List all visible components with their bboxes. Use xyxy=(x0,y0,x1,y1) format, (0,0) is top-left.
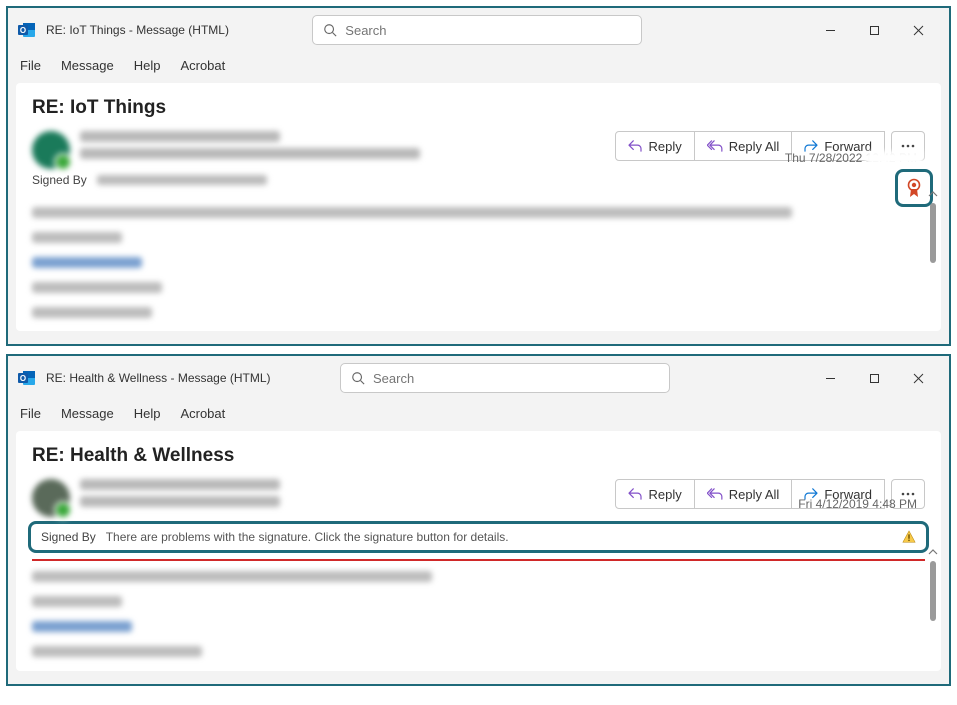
search-icon xyxy=(323,23,337,37)
menu-file[interactable]: File xyxy=(20,406,41,421)
minimize-button[interactable] xyxy=(809,15,853,45)
menu-message[interactable]: Message xyxy=(61,406,114,421)
ellipsis-icon xyxy=(901,144,915,148)
menu-acrobat[interactable]: Acrobat xyxy=(180,58,225,73)
close-button[interactable] xyxy=(897,363,941,393)
search-icon xyxy=(351,371,365,385)
message-content: RE: Health & Wellness Reply Reply All xyxy=(16,431,941,671)
search-box[interactable] xyxy=(312,15,642,45)
search-box[interactable] xyxy=(340,363,670,393)
svg-text:O: O xyxy=(20,374,26,383)
outlook-icon: O xyxy=(16,19,38,41)
search-input[interactable] xyxy=(345,23,631,38)
titlebar: O RE: IoT Things - Message (HTML) xyxy=(8,8,949,52)
scroll-thumb[interactable] xyxy=(930,203,936,263)
reply-all-icon xyxy=(707,488,723,500)
reply-all-button[interactable]: Reply All xyxy=(695,131,793,161)
vertical-scrollbar[interactable] xyxy=(926,203,940,325)
menu-file[interactable]: File xyxy=(20,58,41,73)
warning-icon xyxy=(902,530,916,544)
menubar: File Message Help Acrobat xyxy=(8,52,949,83)
reply-all-icon xyxy=(707,140,723,152)
menubar: File Message Help Acrobat xyxy=(8,400,949,431)
message-body xyxy=(32,207,925,318)
signature-warning-text: There are problems with the signature. C… xyxy=(106,530,902,544)
message-window-1: O RE: IoT Things - Message (HTML) File M… xyxy=(6,6,951,346)
sender-avatar[interactable] xyxy=(32,131,70,169)
menu-help[interactable]: Help xyxy=(134,406,161,421)
signature-valid-badge[interactable] xyxy=(895,169,933,207)
menu-help[interactable]: Help xyxy=(134,58,161,73)
scroll-thumb[interactable] xyxy=(930,561,936,621)
scroll-up-arrow[interactable] xyxy=(928,547,938,557)
message-subject: RE: Health & Wellness xyxy=(32,445,925,467)
signed-by-label: Signed By xyxy=(41,530,96,544)
reply-button[interactable]: Reply xyxy=(615,131,694,161)
message-subject: RE: IoT Things xyxy=(32,97,925,119)
window-title: RE: IoT Things - Message (HTML) xyxy=(46,23,229,37)
maximize-button[interactable] xyxy=(853,15,897,45)
minimize-button[interactable] xyxy=(809,363,853,393)
signed-by-value xyxy=(97,175,267,185)
message-timestamp: Fri 4/12/2019 4:48 PM xyxy=(798,497,917,511)
message-timestamp: Thu 7/28/2022 12:42 PM xyxy=(785,151,917,165)
message-window-2: O RE: Health & Wellness - Message (HTML)… xyxy=(6,354,951,686)
menu-acrobat[interactable]: Acrobat xyxy=(180,406,225,421)
window-title: RE: Health & Wellness - Message (HTML) xyxy=(46,371,271,385)
vertical-scrollbar[interactable] xyxy=(926,561,940,665)
sender-info xyxy=(80,131,615,165)
close-button[interactable] xyxy=(897,15,941,45)
signed-by-row: Signed By xyxy=(32,171,925,189)
menu-message[interactable]: Message xyxy=(61,58,114,73)
reply-all-button[interactable]: Reply All xyxy=(695,479,793,509)
outlook-icon: O xyxy=(16,367,38,389)
svg-text:O: O xyxy=(20,26,26,35)
titlebar: O RE: Health & Wellness - Message (HTML) xyxy=(8,356,949,400)
ribbon-icon xyxy=(906,178,922,198)
maximize-button[interactable] xyxy=(853,363,897,393)
search-input[interactable] xyxy=(373,371,659,386)
signed-by-label: Signed By xyxy=(32,173,87,187)
reply-icon xyxy=(628,488,642,500)
ellipsis-icon xyxy=(901,492,915,496)
message-content: RE: IoT Things Reply Reply All xyxy=(16,83,941,331)
signed-by-warning-row[interactable]: Signed By There are problems with the si… xyxy=(28,521,929,553)
warning-underline xyxy=(32,559,925,561)
reply-button[interactable]: Reply xyxy=(615,479,694,509)
scroll-up-arrow[interactable] xyxy=(928,189,938,199)
sender-info xyxy=(80,479,615,513)
message-body xyxy=(32,571,925,657)
reply-icon xyxy=(628,140,642,152)
sender-avatar[interactable] xyxy=(32,479,70,517)
